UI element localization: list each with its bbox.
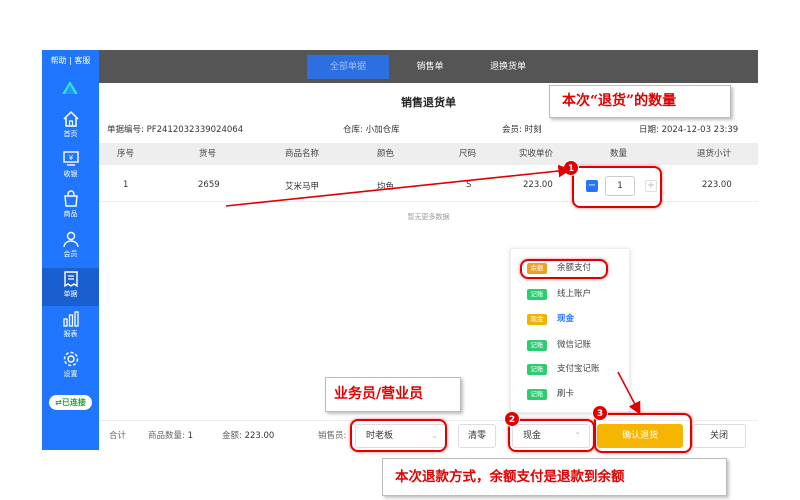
sidebar-item-member[interactable]: 会员 — [42, 228, 99, 266]
step-1-badge: 1 — [563, 160, 579, 176]
payment-option-card[interactable]: 记账 刷卡 — [511, 382, 631, 406]
payment-option-label: 微信记账 — [557, 340, 592, 350]
payment-option-cash[interactable]: 现金 现金 — [511, 307, 631, 331]
clear-button[interactable]: 清零 — [458, 424, 496, 448]
sidebar-item-label: 首页 — [63, 130, 78, 138]
bag-icon — [63, 190, 78, 207]
sidebar-item-orders[interactable]: 单据 — [42, 268, 99, 306]
gear-icon — [63, 351, 78, 367]
home-icon — [62, 110, 79, 127]
sidebar-item-label: 设置 — [63, 370, 78, 378]
highlight-confirm — [594, 413, 692, 453]
row-color: 均色 — [377, 182, 395, 192]
order-number: 单据编号: PF2412032339024064 — [107, 125, 244, 135]
highlight-quantity — [572, 166, 662, 208]
row-product-name: 艾米马甲 — [285, 182, 320, 192]
svg-text:¥: ¥ — [68, 154, 73, 162]
payment-option-label: 线上账户 — [557, 289, 592, 299]
tab-return-orders[interactable]: 退换货单 — [469, 55, 547, 79]
payment-option-label: 支付宝记账 — [557, 364, 600, 374]
payment-badge: 现金 — [527, 314, 547, 325]
top-tab-bar: 全部单据 销售单 退换货单 — [99, 50, 758, 83]
item-count: 商品数量: 1 — [148, 431, 193, 441]
payment-option-wechat[interactable]: 记账 微信记账 — [511, 333, 631, 357]
annotation-payment-callout: 本次退款方式，余额支付是退款到余额 — [382, 458, 727, 496]
sidebar-item-label: 会员 — [63, 250, 78, 258]
total-label: 合计 — [109, 431, 127, 441]
order-date: 日期: 2024-12-03 23:39 — [639, 125, 739, 135]
column-header: 退货小计 — [697, 149, 732, 159]
sidebar: 帮助 | 客服 首页 ¥ 收银 商品 会员 单据 报表 设置 ⇄已连接 — [42, 50, 99, 450]
sidebar-item-reports[interactable]: 报表 — [42, 308, 99, 346]
column-header: 尺码 — [459, 149, 477, 159]
close-button[interactable]: 关闭 — [692, 424, 746, 448]
step-2-badge: 2 — [504, 411, 520, 427]
payment-badge: 记账 — [527, 289, 547, 300]
warehouse: 仓库: 小加仓库 — [343, 125, 400, 135]
highlight-seller — [350, 419, 447, 452]
column-header: 实收单价 — [519, 149, 554, 159]
payment-option-alipay[interactable]: 记账 支付宝记账 — [511, 357, 631, 381]
tab-all-orders[interactable]: 全部单据 — [307, 55, 389, 79]
sidebar-item-label: 收银 — [63, 170, 78, 178]
step-3-badge: 3 — [592, 405, 608, 421]
annotation-seller-callout: 业务员/营业员 — [325, 377, 461, 412]
table-header: 序号 货号 商品名称 颜色 尺码 实收单价 数量 退货小计 — [99, 143, 758, 165]
help-service-link[interactable]: 帮助 | 客服 — [42, 55, 99, 66]
sidebar-item-settings[interactable]: 设置 — [42, 348, 99, 386]
member: 会员: 时刻 — [502, 125, 542, 135]
row-subtotal: 223.00 — [702, 180, 732, 190]
no-more-data-text: 暂无更多数据 — [407, 213, 450, 221]
column-header: 序号 — [117, 149, 135, 159]
row-sku: 2659 — [198, 180, 220, 190]
column-header: 货号 — [199, 149, 217, 159]
row-index: 1 — [123, 180, 129, 190]
link-icon: ⇄ — [55, 398, 62, 407]
member-icon — [62, 231, 79, 248]
cashier-icon: ¥ — [62, 151, 79, 166]
sidebar-item-goods[interactable]: 商品 — [42, 188, 99, 226]
payment-badge: 记账 — [527, 389, 547, 400]
sidebar-item-label: 报表 — [63, 330, 78, 338]
payment-badge: 记账 — [527, 340, 547, 351]
receipt-icon — [63, 271, 78, 288]
sidebar-item-home[interactable]: 首页 — [42, 108, 99, 146]
chart-icon — [62, 311, 79, 327]
tab-sales-orders[interactable]: 销售单 — [395, 55, 465, 79]
total-amount: 金额: 223.00 — [222, 431, 275, 441]
column-header: 商品名称 — [285, 149, 320, 159]
payment-option-online[interactable]: 记账 线上账户 — [511, 282, 631, 306]
annotation-qty-callout: 本次“退货”的数量 — [549, 85, 731, 118]
seller-label: 销售员: — [318, 431, 347, 441]
sidebar-item-cashier[interactable]: ¥ 收银 — [42, 148, 99, 186]
highlight-payment — [508, 419, 595, 452]
payment-option-label: 刷卡 — [557, 389, 575, 399]
row-price: 223.00 — [523, 180, 553, 190]
highlight-balance-option — [520, 259, 608, 279]
payment-badge: 记账 — [527, 364, 547, 375]
app-logo-icon — [62, 81, 78, 94]
column-header: 颜色 — [377, 149, 395, 159]
connection-status-badge: ⇄已连接 — [49, 395, 92, 410]
column-header: 数量 — [610, 149, 628, 159]
sidebar-item-label: 单据 — [63, 290, 78, 298]
payment-option-label: 现金 — [557, 314, 575, 324]
row-size: S — [466, 180, 472, 190]
sidebar-item-label: 商品 — [63, 210, 78, 218]
